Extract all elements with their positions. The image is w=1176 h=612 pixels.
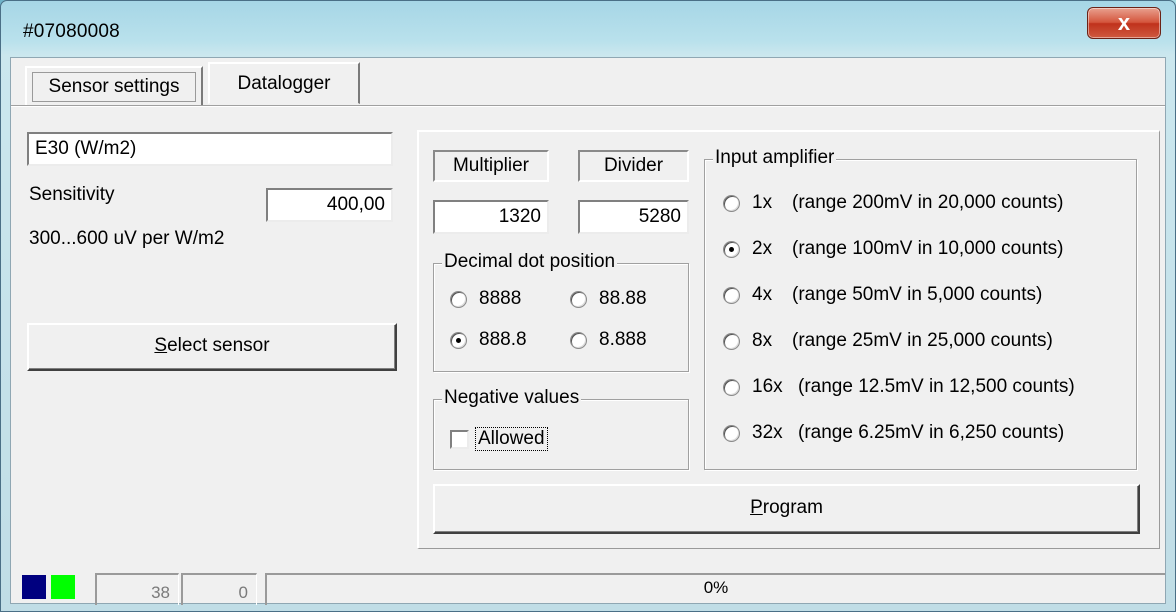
decimal-option-8-888[interactable]: 8.888: [570, 329, 647, 351]
input-amplifier-group: Input amplifier 1x (range 200mV in 20,00…: [704, 147, 1137, 470]
close-icon: x: [1117, 10, 1131, 35]
select-sensor-mnemonic: S: [154, 335, 168, 356]
radio-button[interactable]: [723, 286, 740, 304]
radio-button-selected[interactable]: [450, 331, 467, 349]
decimal-option-label: 8888: [479, 288, 522, 309]
checkbox[interactable]: [450, 429, 469, 449]
radio-button[interactable]: [723, 332, 740, 350]
amplifier-option-32x[interactable]: 32x (range 6.25mV in 6,250 counts): [723, 422, 1064, 444]
client-area: Sensor settings Datalogger E30 (W/m2) Se…: [10, 57, 1166, 605]
divider-field[interactable]: 5280: [578, 200, 689, 234]
app-window: #07080008 x Sensor settings Datalogger E…: [0, 0, 1176, 612]
program-button[interactable]: Program: [433, 484, 1140, 534]
tab-datalogger[interactable]: Datalogger: [208, 62, 360, 104]
decimal-option-88-88[interactable]: 88.88: [570, 288, 647, 310]
amplifier-range: (range 6.25mV in 6,250 counts): [798, 422, 1065, 443]
amplifier-gain: 32x: [752, 422, 783, 443]
status-bar: 38 0 0%: [11, 565, 1165, 605]
amplifier-option-8x[interactable]: 8x (range 25mV in 25,000 counts): [723, 330, 1053, 352]
status-count-a: 38: [95, 573, 179, 605]
sensitivity-label: Sensitivity: [29, 184, 115, 205]
close-button[interactable]: x: [1087, 7, 1161, 39]
allow-negative-checkbox[interactable]: Allowed: [450, 427, 548, 451]
title-bar[interactable]: #07080008 x: [1, 1, 1175, 57]
decimal-option-label: 8.888: [599, 329, 647, 350]
negative-values-title: Negative values: [442, 387, 582, 409]
radio-button[interactable]: [723, 194, 740, 212]
progress-text: 0%: [703, 578, 729, 597]
divider-label: Divider: [578, 150, 689, 182]
amplifier-range: (range 12.5mV in 12,500 counts): [798, 376, 1075, 397]
amplifier-range: (range 50mV in 5,000 counts): [792, 284, 1043, 305]
amplifier-gain: 16x: [752, 376, 783, 397]
select-sensor-label: elect sensor: [167, 335, 270, 356]
tab-sensor-settings[interactable]: Sensor settings: [25, 66, 203, 106]
status-count-b: 0: [181, 573, 257, 605]
amplifier-option-2x[interactable]: 2x (range 100mV in 10,000 counts): [723, 238, 1063, 260]
decimal-option-8888[interactable]: 8888: [450, 288, 521, 310]
decimal-option-888-8[interactable]: 888.8: [450, 329, 527, 351]
program-mnemonic: P: [750, 497, 763, 518]
sensitivity-range-text: 300...600 uV per W/m2: [29, 228, 225, 249]
multiplier-label: Multiplier: [433, 150, 549, 182]
tab-page-divider: [11, 105, 1165, 107]
amplifier-range: (range 200mV in 20,000 counts): [792, 192, 1064, 213]
window-title: #07080008: [23, 21, 120, 42]
decimal-option-label: 88.88: [599, 288, 647, 309]
radio-button[interactable]: [723, 378, 740, 396]
program-label: rogram: [762, 497, 823, 518]
radio-button[interactable]: [570, 331, 587, 349]
radio-button-selected[interactable]: [723, 240, 740, 258]
radio-button[interactable]: [723, 424, 740, 442]
sensitivity-field[interactable]: 400,00: [266, 188, 393, 222]
select-sensor-button[interactable]: Select sensor: [27, 323, 397, 371]
amplifier-option-1x[interactable]: 1x (range 200mV in 20,000 counts): [723, 192, 1063, 214]
amplifier-option-4x[interactable]: 4x (range 50mV in 5,000 counts): [723, 284, 1042, 306]
decimal-dot-group: Decimal dot position 8888 88.88 888.8 8.…: [433, 251, 689, 372]
decimal-dot-title: Decimal dot position: [442, 251, 618, 273]
multiplier-field[interactable]: 1320: [433, 200, 549, 234]
status-indicator-green: [51, 575, 75, 599]
settings-panel: Multiplier Divider 1320 5280 Decimal dot…: [417, 130, 1160, 549]
status-indicator-blue: [22, 575, 46, 599]
sensor-name-field[interactable]: E30 (W/m2): [27, 132, 393, 166]
amplifier-range: (range 100mV in 10,000 counts): [792, 238, 1064, 259]
amplifier-gain: 4x: [752, 284, 773, 305]
radio-button[interactable]: [450, 290, 467, 308]
decimal-option-label: 888.8: [479, 329, 527, 350]
progress-indicator: 0%: [265, 573, 1165, 605]
radio-button[interactable]: [570, 290, 587, 308]
amplifier-gain: 8x: [752, 330, 773, 351]
amplifier-option-16x[interactable]: 16x (range 12.5mV in 12,500 counts): [723, 376, 1075, 398]
amplifier-gain: 2x: [752, 238, 773, 259]
amplifier-gain: 1x: [752, 192, 773, 213]
tab-sensor-settings-label: Sensor settings: [32, 72, 196, 102]
input-amplifier-title: Input amplifier: [713, 147, 837, 169]
amplifier-range: (range 25mV in 25,000 counts): [792, 330, 1053, 351]
negative-values-group: Negative values Allowed: [433, 387, 689, 470]
allow-negative-label: Allowed: [475, 427, 548, 451]
